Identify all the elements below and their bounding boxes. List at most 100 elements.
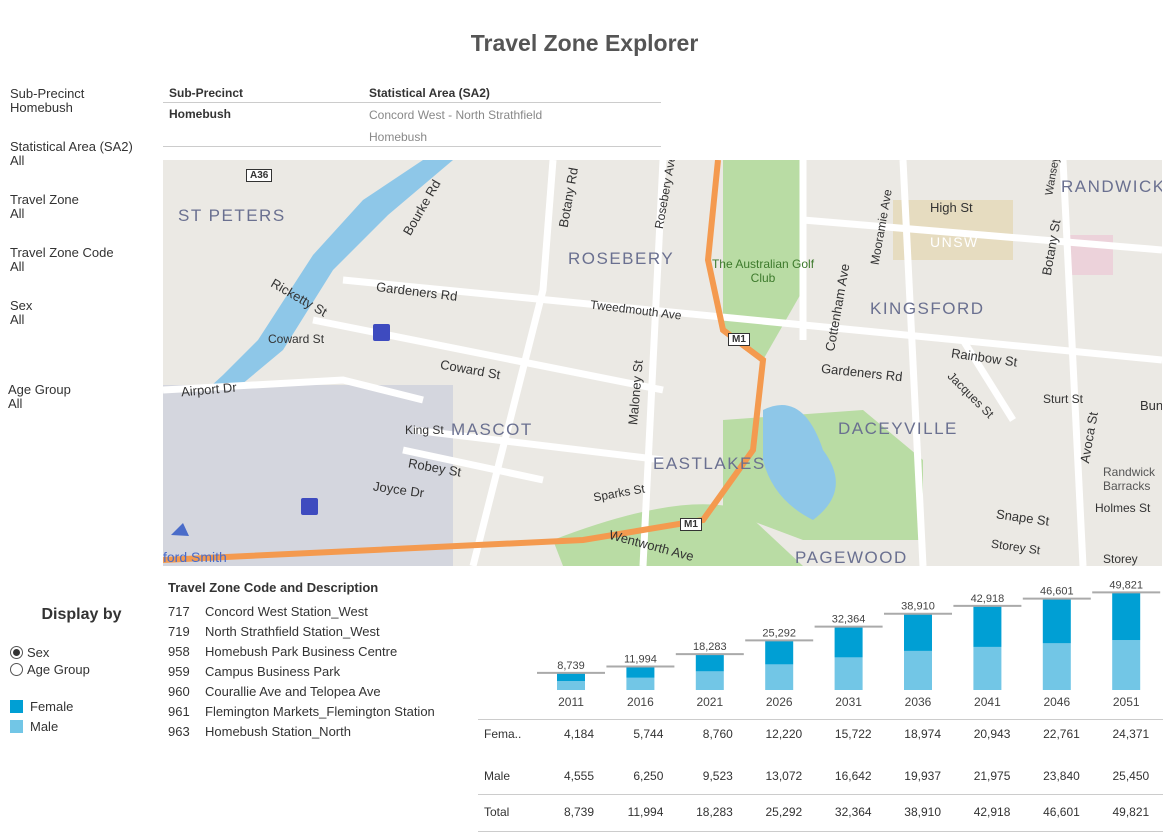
bar-male[interactable] <box>904 650 932 690</box>
bar-female[interactable] <box>695 654 724 672</box>
filter-age-group[interactable]: Age Group All <box>8 383 71 411</box>
filter-label: Statistical Area (SA2) <box>10 139 133 154</box>
travel-zone-code: 719 <box>168 624 190 639</box>
bar-male[interactable] <box>1112 640 1141 690</box>
travel-zone-desc: Campus Business Park <box>205 664 341 679</box>
travel-zone-item: 717 Concord West Station_West <box>163 604 378 624</box>
bar-female[interactable] <box>1112 592 1141 641</box>
table-cell: 49,821 <box>1112 805 1150 819</box>
bar-male[interactable] <box>695 671 724 690</box>
filter-sa2[interactable]: Statistical Area (SA2) All <box>10 140 133 168</box>
table-cell: 25,450 <box>1112 769 1150 783</box>
x-tick-label: 2021 <box>696 695 723 709</box>
suburb-label: ROSEBERY <box>568 249 675 268</box>
radio-button[interactable] <box>10 663 23 676</box>
x-tick-label: 2036 <box>905 695 932 709</box>
travel-zone-desc: Flemington Markets_Flemington Station <box>205 704 435 719</box>
table-cell: 4,184 <box>563 727 594 741</box>
filter-label: Age Group <box>8 382 71 397</box>
row-label: Fema.. <box>484 727 522 741</box>
filter-sex[interactable]: Sex All <box>10 299 32 327</box>
bar-female[interactable] <box>765 640 794 665</box>
table-cell: 9,523 <box>702 769 733 783</box>
bar-male[interactable] <box>626 677 655 690</box>
bar-female[interactable] <box>626 666 655 678</box>
bar-male[interactable] <box>765 664 794 690</box>
table-cell: 38,910 <box>904 805 941 819</box>
table-cell: 19,937 <box>904 769 941 783</box>
sub-precinct-table: Sub-Precinct Statistical Area (SA2) Homeb… <box>163 86 661 147</box>
travel-zone-desc: Homebush Station_North <box>205 724 351 739</box>
travel-zone-code: 961 <box>168 704 190 719</box>
section-heading: Display by <box>41 606 122 623</box>
section-heading: Travel Zone Code and Description <box>168 580 379 595</box>
filter-value: Homebush <box>10 100 73 115</box>
sa2-cell: Homebush <box>369 130 428 144</box>
travel-zone-code: 958 <box>168 644 190 659</box>
filter-value: All <box>8 396 23 411</box>
filter-value: All <box>10 153 25 168</box>
travel-zone-item: 960 Courallie Ave and Telopea Ave <box>163 684 381 704</box>
table-cell: 23,840 <box>1043 769 1080 783</box>
table-cell: 18,283 <box>696 805 733 819</box>
travel-zone-desc: Courallie Ave and Telopea Ave <box>205 684 381 699</box>
table-cell: 6,250 <box>633 769 664 783</box>
bar-male[interactable] <box>1042 643 1071 690</box>
street-label: Storey <box>1103 552 1138 566</box>
street-label: Coward St <box>268 332 325 346</box>
filter-label: Sex <box>10 298 33 313</box>
bar-female[interactable] <box>904 613 932 651</box>
route-shield: M1 <box>728 333 750 346</box>
table-cell: 18,974 <box>904 727 941 741</box>
suburb-label: UNSW <box>930 234 979 250</box>
street-label: Sturt St <box>1043 392 1084 406</box>
bar-female[interactable] <box>1042 598 1071 644</box>
total-data-label: 46,601 <box>1040 586 1074 598</box>
filter-travel-zone-code[interactable]: Travel Zone Code All <box>10 246 114 274</box>
street-label: Holmes St <box>1095 501 1151 515</box>
table-cell: 4,555 <box>563 769 594 783</box>
travel-zone-item: 719 North Strathfield Station_West <box>163 624 380 644</box>
total-data-label: 32,364 <box>832 614 866 626</box>
bar-chart: 8,739 2011 11,994 2016 18,283 2021 25,292 2026 3… <box>537 579 1161 709</box>
train-station-icon <box>301 498 318 515</box>
radio-sex[interactable]: Sex <box>10 644 153 661</box>
x-tick-label: 2011 <box>558 695 584 709</box>
total-data-label: 42,918 <box>971 593 1005 605</box>
airport-area <box>163 385 453 566</box>
travel-zone-code: 960 <box>168 684 190 699</box>
suburb-label: EASTLAKES <box>653 454 766 473</box>
total-data-label: 18,283 <box>693 641 727 653</box>
filter-value: All <box>10 206 25 221</box>
legend-female[interactable]: Female <box>10 696 153 716</box>
population-chart: 8,739 2011 11,994 2016 18,283 2021 25,292 2026 3… <box>478 570 1168 835</box>
bar-male[interactable] <box>834 657 863 690</box>
bar-female[interactable] <box>973 605 1002 647</box>
total-data-label: 8,739 <box>557 660 585 672</box>
radio-button[interactable] <box>10 646 23 659</box>
travel-zone-code: 963 <box>168 724 190 739</box>
travel-zone-list: Travel Zone Code and Description 717 Conc… <box>163 580 435 744</box>
travel-zone-item: 958 Homebush Park Business Centre <box>163 644 397 664</box>
travel-zone-item: 963 Homebush Station_North <box>163 724 378 744</box>
table-row-male: Male 4,555 6,250 9,523 13,072 16,642 19,937 21,… <box>478 769 1163 789</box>
suburb-label: KINGSFORD <box>870 299 985 318</box>
legend-swatch <box>10 699 23 713</box>
table-cell: 16,642 <box>834 769 872 783</box>
bar-female[interactable] <box>557 672 585 682</box>
radio-age-group[interactable]: Age Group <box>10 661 153 678</box>
bar-female[interactable] <box>834 626 863 658</box>
bar-male[interactable] <box>973 646 1002 690</box>
bar-male[interactable] <box>557 681 585 690</box>
travel-zone-desc: Homebush Park Business Centre <box>205 644 398 659</box>
suburb-label: MASCOT <box>451 420 533 439</box>
filter-sub-precinct[interactable]: Sub-Precinct Homebush <box>10 87 84 115</box>
table-cell: 22,761 <box>1043 727 1080 741</box>
filter-travel-zone[interactable]: Travel Zone All <box>10 193 79 221</box>
route-shield: M1 <box>680 518 702 531</box>
x-tick-label: 2016 <box>627 695 654 709</box>
x-tick-label: 2026 <box>766 695 793 709</box>
total-data-label: 11,994 <box>624 653 657 665</box>
legend-male[interactable]: Male <box>10 716 153 736</box>
map[interactable]: ST PETERS ROSEBERY KINGSFORD RANDWICK UN… <box>163 160 1162 566</box>
